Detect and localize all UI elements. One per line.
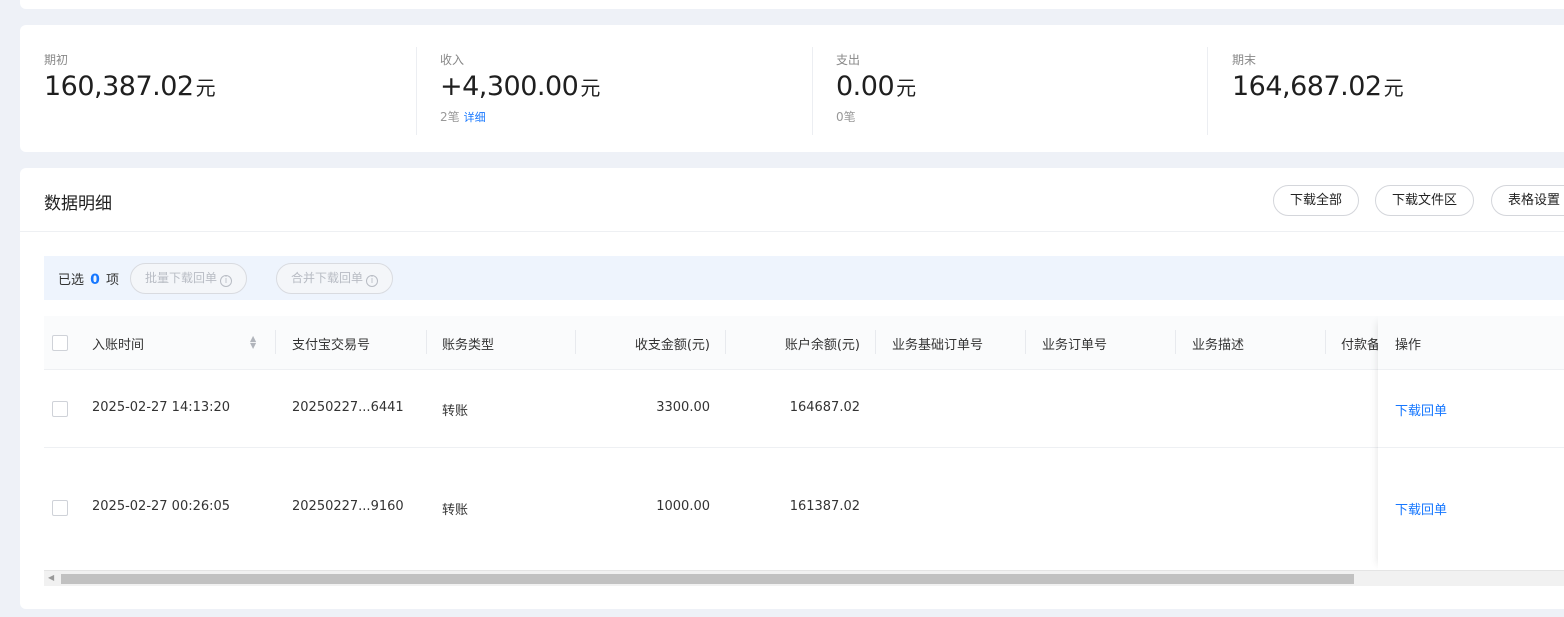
merge-download-button[interactable]: 合并下载回单 i [276,263,394,294]
col-header-base-order: 业务基础订单号 [892,338,984,353]
download-receipt-link[interactable]: 下载回单 [1395,400,1447,419]
selection-count-text: 已选 0 项 [58,269,119,288]
stat-value: 164,687.02 [1232,71,1382,102]
stat-label: 支出 [836,53,861,67]
stat-label: 期末 [1232,53,1257,67]
stat-opening: 期初 160,387.02 元 [20,25,216,152]
col-header-balance: 账户余额(元) [784,338,860,353]
detail-header: 数据明细 下载全部 下载文件区 表格设置 [20,168,1564,232]
cell-trade-no: 20250227...9160 [292,499,404,514]
stat-closing: 期末 164,687.02 元 [1208,25,1404,152]
stat-unit: 元 [580,76,601,100]
col-header-payment-note: 付款备 [1341,338,1381,353]
download-area-button[interactable]: 下载文件区 [1375,185,1475,216]
col-header-time[interactable]: 入账时间 [92,334,144,353]
column-divider [275,330,276,354]
info-icon: i [366,275,379,287]
ops-column: 操作 下载回单 下载回单 [1378,316,1564,570]
detail-title: 数据明细 [44,194,112,214]
cell-time: 2025-02-27 00:26:05 [92,499,231,514]
merge-download-label: 合并下载回单 [291,271,364,285]
stat-income: 收入 +4,300.00 元 2笔 详细 [416,25,600,152]
selection-count: 0 [90,272,100,288]
stat-label: 期初 [44,53,69,67]
stat-count: 0笔 [836,110,856,124]
summary-card: 期初 160,387.02 元 收入 +4,300.00 元 2笔 详细 支出 0.0… [20,25,1564,152]
selection-bar: 已选 0 项 批量下载回单 i 合并下载回单 i [44,256,1564,300]
cell-type: 转账 [442,404,469,419]
table-row: 2025-02-27 00:26:05 20250227...9160 转账 1… [44,448,1564,570]
stat-label: 收入 [440,53,465,67]
batch-download-button[interactable]: 批量下载回单 i [130,263,248,294]
top-card [20,0,1564,9]
selection-suffix: 项 [106,273,120,288]
stat-unit: 元 [195,76,216,100]
stat-unit: 元 [1383,76,1404,100]
cell-amount: 1000.00 [656,499,710,514]
col-header-type: 账务类型 [442,338,495,353]
col-header-trade-no: 支付宝交易号 [292,338,371,353]
scrollbar-thumb[interactable] [61,574,1354,584]
cell-type: 转账 [442,503,469,518]
chevron-left-icon[interactable]: ◀ [48,573,54,582]
cell-balance: 164687.02 [789,400,860,415]
column-divider [875,330,876,354]
detail-card: 数据明细 下载全部 下载文件区 表格设置 已选 0 项 批量下载回单 i 合并下载… [20,168,1564,609]
table-settings-button[interactable]: 表格设置 [1491,185,1564,216]
sort-icon[interactable]: ▲ ▼ [250,335,256,350]
table-header: 入账时间 ▲ ▼ 支付宝交易号 账务类型 收支金额(元) 账户余额(元) 业务基础… [44,316,1564,370]
col-header-amount: 收支金额(元) [634,338,710,353]
row-checkbox[interactable] [52,401,68,417]
info-icon: i [220,275,233,287]
cell-balance: 161387.02 [789,499,860,514]
stat-value: 160,387.02 [44,71,194,102]
stat-unit: 元 [896,76,917,100]
stat-value: 0.00 [836,71,895,102]
row-divider [1378,447,1564,448]
column-divider [426,330,427,354]
income-detail-link[interactable]: 详细 [464,111,486,124]
column-divider [1175,330,1176,354]
horizontal-scrollbar[interactable]: ◀ [44,570,1564,586]
stat-expense: 支出 0.00 元 0笔 [812,25,916,152]
cell-time: 2025-02-27 14:13:20 [92,400,231,415]
cell-amount: 3300.00 [656,400,710,415]
batch-download-label: 批量下载回单 [145,271,218,285]
cell-trade-no: 20250227...6441 [292,400,404,415]
selection-prefix: 已选 [58,273,85,288]
col-header-order: 业务订单号 [1042,338,1108,353]
stat-value: +4,300.00 [440,71,579,102]
stat-count: 2笔 [440,110,460,124]
column-divider [1025,330,1026,354]
select-all-checkbox[interactable] [52,335,68,351]
table-row: 2025-02-27 14:13:20 20250227...6441 转账 3… [44,370,1564,448]
data-table: 入账时间 ▲ ▼ 支付宝交易号 账务类型 收支金额(元) 账户余额(元) 业务基础… [44,316,1564,570]
col-header-description: 业务描述 [1192,338,1245,353]
row-checkbox[interactable] [52,500,68,516]
ops-header: 操作 [1378,316,1564,370]
download-all-button[interactable]: 下载全部 [1273,185,1360,216]
download-receipt-link[interactable]: 下载回单 [1395,499,1447,518]
column-divider [1325,330,1326,354]
col-header-actions: 操作 [1395,338,1422,353]
